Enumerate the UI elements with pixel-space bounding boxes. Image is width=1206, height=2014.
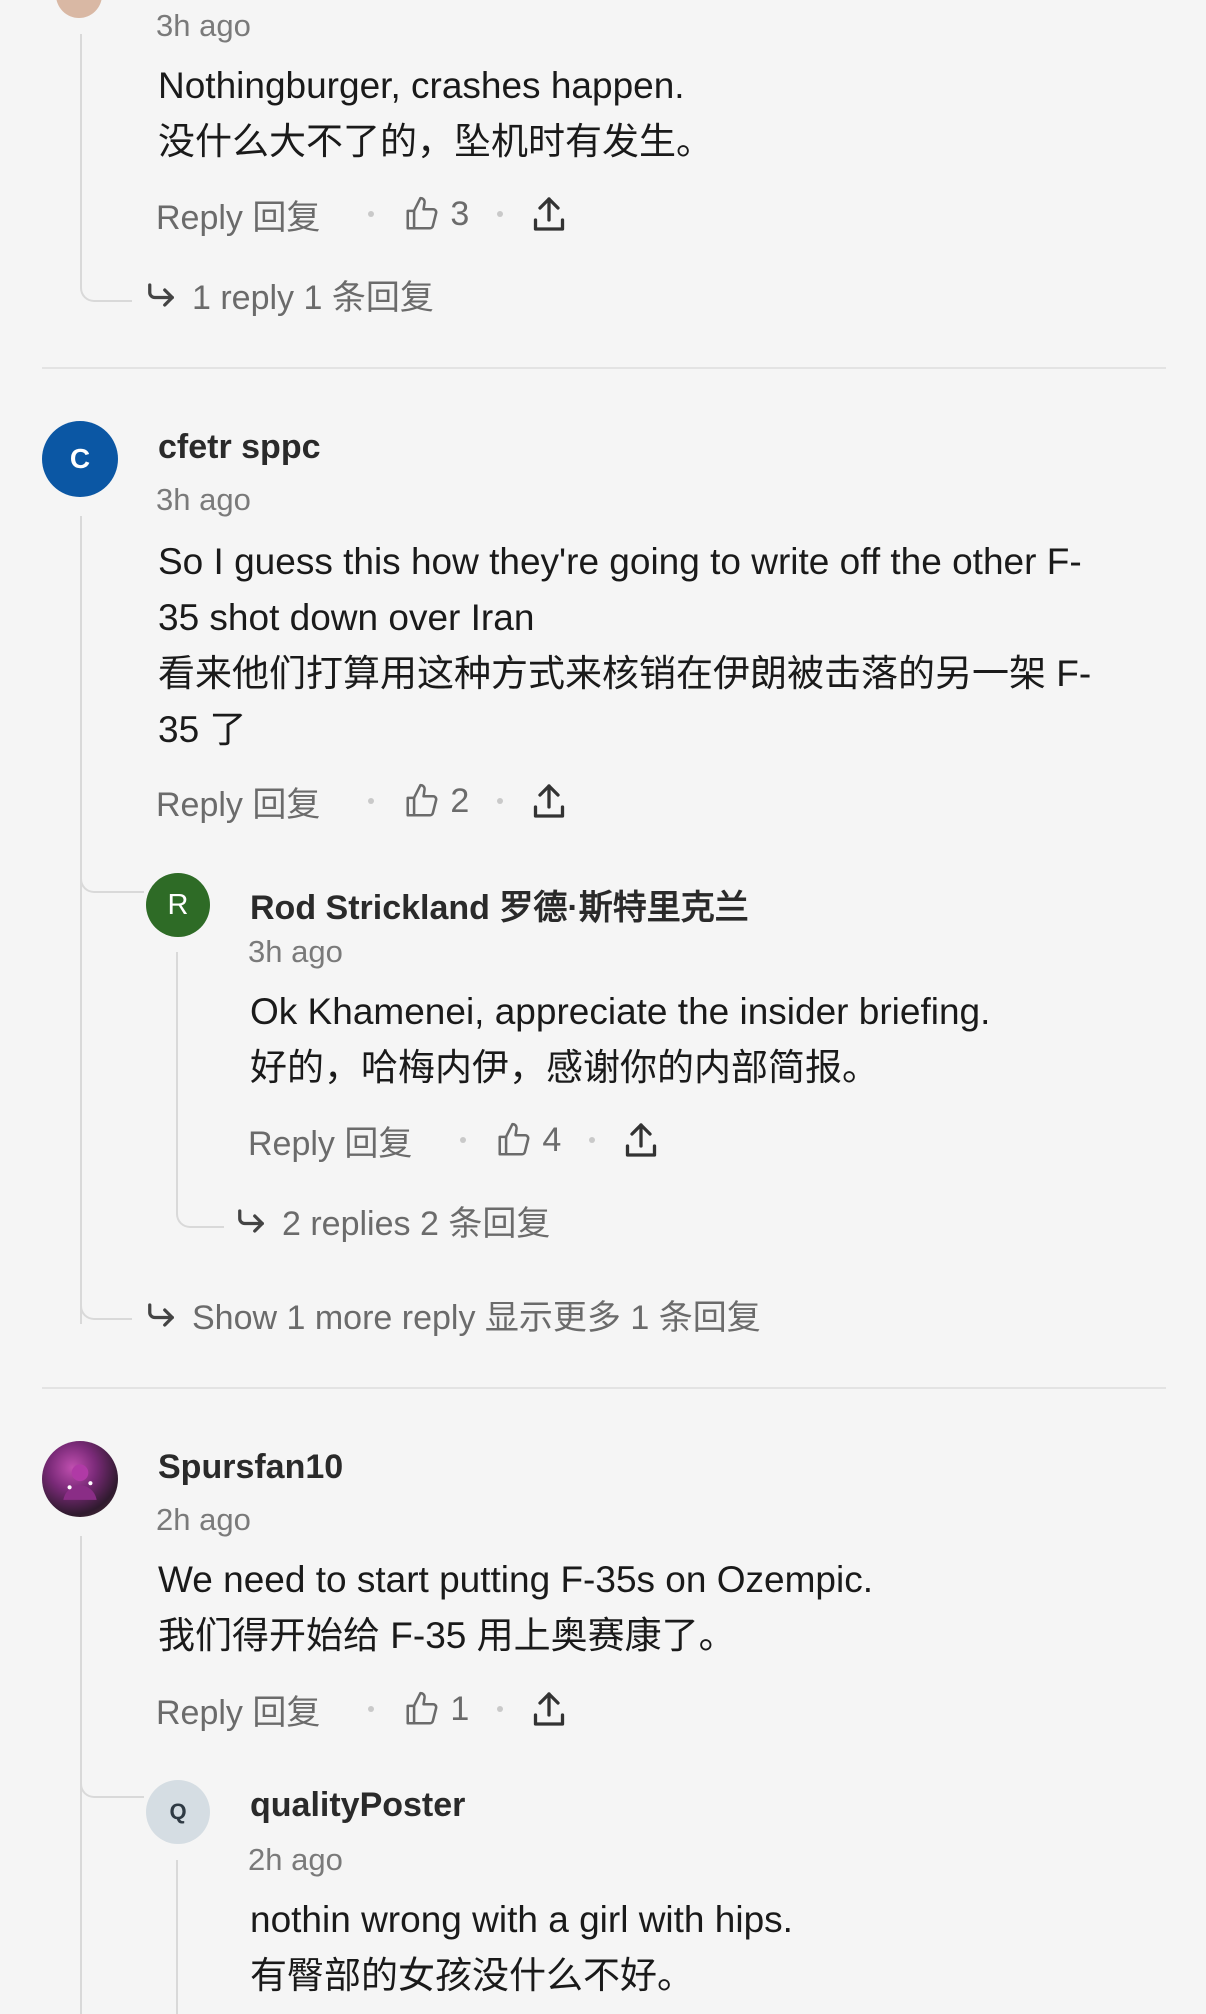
separator-dot [497,1706,504,1712]
timestamp: 3h ago [156,482,251,517]
like-count: 2 [450,781,470,820]
thread-branch [80,1760,144,1798]
reply-button[interactable]: Reply 回复 [156,777,320,826]
comment-divider [42,367,1166,369]
view-replies-label: 2 replies 2 条回复 [282,1205,551,1243]
comment-text-en: Ok Khamenei, appreciate the insider brie… [250,991,991,1032]
like-button[interactable]: 4 [494,1121,561,1160]
like-button[interactable]: 1 [402,1690,469,1729]
comment-text-line: So I guess this how they're going to wri… [158,541,1082,582]
comment-body: nothin wrong with a girl with hips. 有臀部的… [250,1892,1150,2004]
view-replies-label: 1 reply 1 条回复 [192,279,434,317]
reply-button[interactable]: Reply 回复 [156,1685,320,1734]
separator-dot [368,1706,375,1712]
thread-line [80,34,132,302]
thumbs-up-icon [498,1122,530,1156]
avatar[interactable]: C [42,421,118,497]
comment-text-en: nothin wrong with a girl with hips. [250,1899,793,1940]
like-count: 4 [542,1120,562,1159]
separator-dot [460,1137,467,1143]
view-replies-link[interactable]: 2 replies 2 条回复 [236,1196,550,1245]
reply-arrow-icon [148,282,174,307]
reply-button[interactable]: Reply 回复 [156,190,320,239]
timestamp: 2h ago [248,1842,343,1877]
comment-text-zh: 好的，哈梅内伊，感谢你的内部简报。 [250,1047,879,1088]
reply-button[interactable]: Reply 回复 [248,1116,412,1165]
comment-body: Ok Khamenei, appreciate the insider brie… [250,984,1150,1096]
share-button[interactable] [531,781,567,821]
avatar[interactable] [56,0,102,18]
show-more-label: Show 1 more reply 显示更多 1 条回复 [192,1299,761,1337]
timestamp: 3h ago [248,934,343,969]
avatar[interactable]: R [146,873,210,937]
reply-arrow-icon [148,1302,174,1327]
thread-line [80,516,82,1324]
comment-text-en: Nothingburger, crashes happen. [158,65,685,106]
comment-text-line: 35 了 [158,709,247,750]
comment-actions: Reply 回复 1 [156,1684,567,1734]
comment-text-zh: 有臀部的女孩没什么不好。 [250,1955,694,1996]
comment-text-line: 看来他们打算用这种方式来核销在伊朗被击落的另一架 F- [158,653,1092,694]
share-upload-icon [626,1123,657,1157]
username[interactable]: cfetr sppc [158,428,321,467]
timestamp: 2h ago [156,1502,251,1537]
thumbs-up-icon [406,196,438,230]
username[interactable]: Spursfan10 [158,1448,343,1487]
view-replies-link[interactable]: 1 reply 1 条回复 [146,270,434,319]
comment-actions: Reply 回复 2 [156,776,567,826]
comment-text-en: We need to start putting F-35s on Ozempi… [158,1559,873,1600]
reply-arrow-icon [238,1208,264,1233]
like-button[interactable]: 2 [402,782,469,821]
comment-actions: Reply 回复 4 [248,1115,659,1165]
separator-dot [497,211,504,217]
comment-text-zh: 我们得开始给 F-35 用上奥赛康了。 [158,1615,736,1656]
avatar[interactable]: Q [146,1780,210,1844]
share-button[interactable] [531,1689,567,1729]
comment-text-zh: 没什么大不了的，坠机时有发生。 [158,121,713,162]
like-count: 1 [450,1689,470,1728]
like-button[interactable]: 3 [402,195,469,234]
comment-body: So I guess this how they're going to wri… [158,534,1138,758]
share-button[interactable] [531,194,567,234]
like-count: 3 [450,194,470,233]
separator-dot [368,798,375,804]
separator-dot [368,211,375,217]
share-upload-icon [534,784,565,818]
share-upload-icon [534,197,565,231]
comment-body: We need to start putting F-35s on Ozempi… [158,1552,1138,1664]
avatar-letter: C [69,443,91,474]
comment-actions: Reply 回复 3 [156,189,567,239]
separator-dot [497,798,504,804]
thread-line [176,1860,178,2014]
thread-line [176,952,224,1228]
avatar-letter: Q [169,1799,187,1824]
separator-dot [589,1137,596,1143]
comment-divider [42,1387,1166,1389]
profile-photo-icon [63,1464,97,1500]
username[interactable]: qualityPoster [250,1786,465,1825]
thread-branch [80,855,144,893]
show-more-replies-link[interactable]: Show 1 more reply 显示更多 1 条回复 [146,1290,761,1339]
timestamp: 3h ago [156,8,251,43]
avatar-letter: R [167,888,189,921]
thumbs-up-icon [406,783,438,817]
share-button[interactable] [623,1120,659,1160]
comment-body: Nothingburger, crashes happen. 没什么大不了的，坠… [158,58,1138,170]
comment-text-line: 35 shot down over Iran [158,597,535,638]
thread-branch [80,1280,132,1320]
username[interactable]: Rod Strickland 罗德·斯特里克兰 [250,880,749,929]
avatar[interactable] [42,1441,118,1517]
share-upload-icon [534,1692,565,1726]
thumbs-up-icon [406,1691,438,1725]
